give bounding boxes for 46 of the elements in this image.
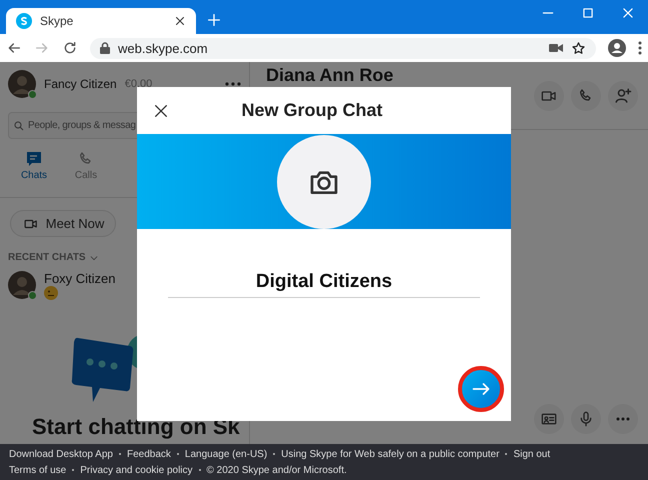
browser-tab[interactable]: Skype [6, 8, 196, 34]
new-tab-icon[interactable] [206, 12, 222, 28]
chat-icon [26, 151, 42, 167]
lock-icon [100, 42, 110, 54]
address-bar[interactable]: web.skype.com [90, 38, 596, 58]
close-button[interactable] [153, 102, 169, 118]
contact-name[interactable]: Foxy Citizen [44, 271, 116, 286]
next-button[interactable] [458, 366, 504, 412]
footer-link[interactable]: Sign out [513, 448, 550, 460]
credit-balance: €0,00 [124, 78, 154, 90]
footer-link[interactable]: © 2020 Skype and/or Microsoft. [206, 464, 347, 476]
avatar [8, 271, 36, 299]
more-icon [616, 417, 630, 421]
more-icon[interactable] [225, 82, 241, 86]
video-call-button[interactable] [534, 80, 564, 110]
contact-card-icon[interactable] [540, 411, 558, 427]
skype-logo-icon [16, 13, 32, 29]
emoji-icon [44, 286, 58, 300]
more-options-button[interactable] [608, 404, 638, 434]
microphone-button[interactable] [571, 404, 601, 434]
footer-link[interactable]: Feedback [126, 448, 171, 460]
dialog-title: New Group Chat [240, 100, 384, 121]
reload-icon[interactable] [62, 40, 78, 56]
footer-link[interactable]: Privacy and cookie policy [80, 464, 193, 476]
avatar [8, 70, 36, 98]
contact-card-button[interactable] [534, 404, 564, 434]
microphone-icon[interactable] [578, 410, 594, 428]
add-person-button[interactable] [608, 80, 638, 110]
footer-link[interactable]: Download Desktop App [9, 448, 113, 460]
meet-now-button[interactable]: Meet Now [10, 210, 116, 237]
call-button[interactable] [571, 80, 601, 110]
footer-link[interactable]: Language (en-US) [184, 448, 268, 460]
footer-link[interactable]: Using Skype for Web safely on a public computer [281, 448, 500, 460]
conversation-title: Diana Ann Roe [266, 65, 394, 86]
footer-link[interactable]: Terms of use [9, 464, 66, 476]
tab-title: Skype [40, 14, 74, 28]
profile-icon[interactable] [608, 39, 626, 57]
maximize-icon[interactable] [581, 6, 595, 20]
url-text: web.skype.com [118, 40, 209, 56]
menu-icon[interactable] [638, 41, 642, 55]
search-icon [13, 120, 25, 132]
star-icon[interactable] [571, 40, 586, 56]
profile-name: Fancy Citizen [44, 77, 117, 91]
add-person-icon[interactable] [614, 86, 632, 104]
camera-icon[interactable] [549, 43, 563, 53]
close-icon[interactable] [174, 15, 186, 27]
